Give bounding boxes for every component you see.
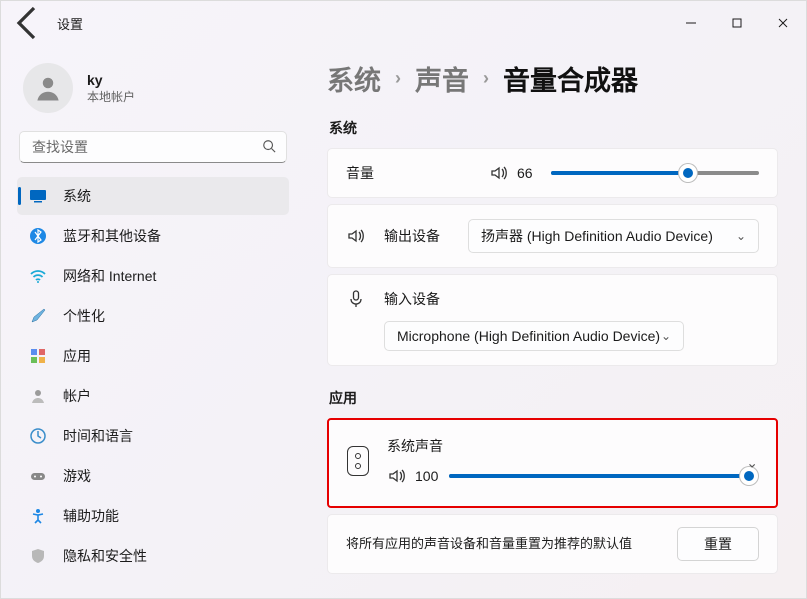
sidebar-item-label: 时间和语言 [63, 426, 133, 446]
chevron-right-icon: › [483, 68, 489, 89]
input-device-label: 输入设备 [384, 289, 440, 309]
titlebar: 设置 [1, 1, 806, 45]
brush-icon [29, 307, 47, 325]
content: 系统 › 声音 › 音量合成器 系统 音量 66 [301, 45, 806, 598]
chevron-down-icon: ⌄ [661, 329, 671, 343]
sidebar-item-label: 应用 [63, 346, 91, 366]
output-device-label: 输出设备 [384, 226, 454, 246]
reset-description: 将所有应用的声音设备和音量重置为推荐的默认值 [346, 535, 632, 553]
sidebar-item-label: 蓝牙和其他设备 [63, 226, 161, 246]
sidebar-item-network[interactable]: 网络和 Internet [17, 257, 289, 295]
breadcrumb-root[interactable]: 系统 [327, 59, 381, 98]
sidebar-item-time-language[interactable]: 时间和语言 [17, 417, 289, 455]
accessibility-icon [29, 507, 47, 525]
sidebar-item-label: 网络和 Internet [63, 266, 156, 286]
output-device-value: 扬声器 (High Definition Audio Device) [481, 226, 713, 246]
sidebar: ky 本地帐户 系统 [1, 45, 301, 598]
breadcrumb-mid[interactable]: 声音 [415, 59, 469, 98]
clock-globe-icon [29, 427, 47, 445]
sidebar-item-label: 个性化 [63, 306, 105, 326]
input-device-value: Microphone (High Definition Audio Device… [397, 328, 660, 344]
speaker-icon[interactable] [387, 466, 407, 486]
wifi-icon [29, 267, 47, 285]
sidebar-item-accounts[interactable]: 帐户 [17, 377, 289, 415]
breadcrumb: 系统 › 声音 › 音量合成器 [327, 59, 778, 98]
output-device-card: 输出设备 扬声器 (High Definition Audio Device) … [327, 204, 778, 268]
system-volume-card: 音量 66 [327, 148, 778, 198]
microphone-icon [346, 289, 366, 309]
input-device-card: 输入设备 Microphone (High Definition Audio D… [327, 274, 778, 366]
section-apps-label: 应用 [329, 388, 778, 408]
sidebar-item-gaming[interactable]: 游戏 [17, 457, 289, 495]
system-sounds-card[interactable]: 系统声音 100 [327, 418, 778, 508]
chevron-down-icon[interactable]: ⌄ [746, 455, 758, 472]
speaker-icon[interactable] [489, 163, 509, 183]
search-box[interactable] [19, 131, 287, 163]
apps-icon [29, 347, 47, 365]
input-device-select[interactable]: Microphone (High Definition Audio Device… [384, 321, 684, 351]
minimize-button[interactable] [668, 7, 714, 39]
sidebar-item-label: 辅助功能 [63, 506, 119, 526]
chevron-down-icon: ⌄ [736, 229, 746, 243]
account-name: ky [87, 72, 135, 88]
speaker-icon [346, 226, 366, 246]
system-sounds-volume-slider[interactable] [449, 466, 749, 486]
person-icon [29, 387, 47, 405]
volume-value: 66 [517, 165, 541, 181]
sidebar-item-label: 游戏 [63, 466, 91, 486]
sidebar-item-bluetooth[interactable]: 蓝牙和其他设备 [17, 217, 289, 255]
account-block[interactable]: ky 本地帐户 [17, 53, 289, 131]
avatar [23, 63, 73, 113]
account-type: 本地帐户 [87, 88, 135, 105]
system-volume-slider[interactable] [551, 163, 759, 183]
system-icon [29, 187, 47, 205]
section-system-label: 系统 [329, 118, 778, 138]
sidebar-item-personalization[interactable]: 个性化 [17, 297, 289, 335]
bluetooth-icon [29, 227, 47, 245]
back-button[interactable] [9, 3, 49, 43]
sidebar-item-label: 系统 [63, 186, 91, 206]
reset-card: 将所有应用的声音设备和音量重置为推荐的默认值 重置 [327, 514, 778, 574]
gamepad-icon [29, 467, 47, 485]
maximize-button[interactable] [714, 7, 760, 39]
window-title: 设置 [57, 14, 83, 33]
sidebar-item-system[interactable]: 系统 [17, 177, 289, 215]
breadcrumb-current: 音量合成器 [503, 59, 638, 98]
system-sounds-title: 系统声音 [387, 436, 758, 456]
reset-button[interactable]: 重置 [677, 527, 759, 561]
shield-icon [29, 547, 47, 565]
volume-label: 音量 [346, 163, 374, 183]
system-sounds-icon [347, 446, 369, 476]
sidebar-item-apps[interactable]: 应用 [17, 337, 289, 375]
system-sounds-volume-value: 100 [415, 468, 439, 484]
sidebar-item-accessibility[interactable]: 辅助功能 [17, 497, 289, 535]
output-device-select[interactable]: 扬声器 (High Definition Audio Device) ⌄ [468, 219, 759, 253]
sidebar-item-label: 帐户 [63, 386, 91, 406]
sidebar-item-label: 隐私和安全性 [63, 546, 147, 566]
chevron-right-icon: › [395, 68, 401, 89]
close-button[interactable] [760, 7, 806, 39]
sidebar-item-privacy[interactable]: 隐私和安全性 [17, 537, 289, 575]
search-input[interactable] [30, 138, 262, 156]
search-icon [262, 139, 276, 156]
